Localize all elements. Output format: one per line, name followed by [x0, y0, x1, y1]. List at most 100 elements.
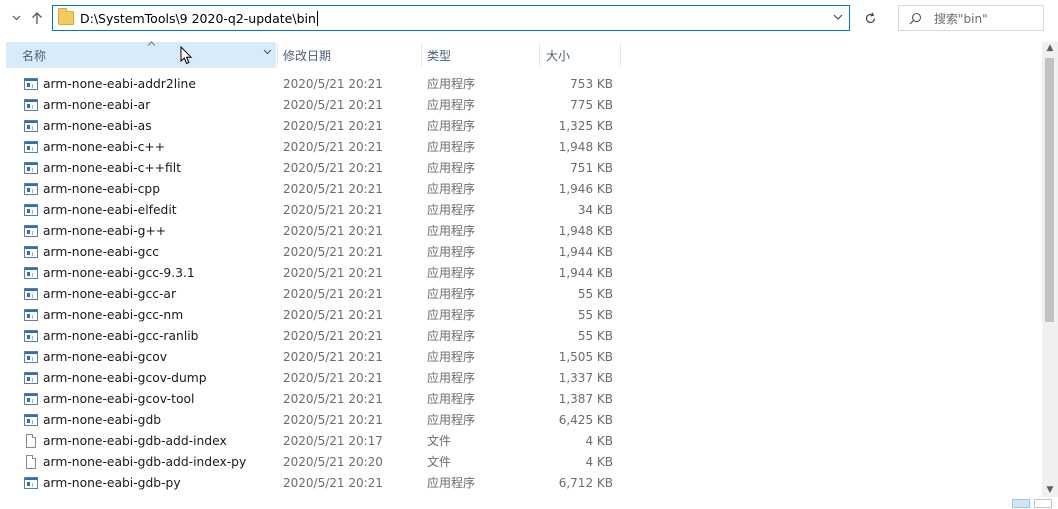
- file-row[interactable]: arm-none-eabi-addr2line 2020/5/21 20:21 应用…: [0, 74, 1040, 95]
- file-size: 1,944 KB: [558, 266, 613, 280]
- file-name: arm-none-eabi-ar: [43, 98, 151, 112]
- file-name: arm-none-eabi-gdb-py: [43, 476, 181, 490]
- file-row[interactable]: arm-none-eabi-gcov 2020/5/21 20:21 应用程序 1,5…: [0, 347, 1040, 368]
- mouse-cursor-icon: [180, 46, 193, 65]
- file-modified-date: 2020/5/21 20:21: [283, 413, 383, 427]
- file-row[interactable]: arm-none-eabi-gcc 2020/5/21 20:21 应用程序 1,94…: [0, 242, 1040, 263]
- file-name: arm-none-eabi-gcov: [43, 350, 168, 364]
- file-modified-date: 2020/5/21 20:21: [283, 182, 383, 196]
- file-modified-date: 2020/5/21 20:21: [283, 77, 383, 91]
- address-bar[interactable]: D:\SystemTools\9 2020-q2-update\bin: [52, 5, 850, 31]
- file-name: arm-none-eabi-gdb-add-index-py: [43, 455, 247, 469]
- file-icon: [26, 434, 36, 448]
- file-size: 55 KB: [577, 329, 613, 343]
- file-type: 应用程序: [427, 140, 476, 154]
- column-header-date[interactable]: 修改日期: [283, 42, 419, 68]
- text-caret: [316, 10, 318, 26]
- column-filter-dropdown-icon[interactable]: [263, 48, 272, 58]
- file-size: 1,325 KB: [558, 119, 613, 133]
- file-modified-date: 2020/5/21 20:21: [283, 392, 383, 406]
- file-size: 1,948 KB: [558, 224, 613, 238]
- details-view-icon[interactable]: [1012, 499, 1030, 508]
- column-header-name-label: 名称: [22, 48, 47, 63]
- file-name: arm-none-eabi-gdb: [43, 413, 162, 427]
- recent-locations-chevron-icon[interactable]: [6, 6, 26, 30]
- file-row[interactable]: arm-none-eabi-gcc-nm 2020/5/21 20:21 应用程序 5…: [0, 305, 1040, 326]
- column-divider[interactable]: [277, 44, 278, 66]
- column-header-size[interactable]: 大小: [546, 42, 618, 68]
- file-row[interactable]: arm-none-eabi-gdb-add-index 2020/5/21 20:…: [0, 431, 1040, 452]
- file-modified-date: 2020/5/21 20:21: [283, 287, 383, 301]
- file-type: 应用程序: [427, 245, 476, 259]
- file-size: 751 KB: [570, 161, 613, 175]
- column-header-name[interactable]: 名称: [6, 39, 276, 68]
- file-name: arm-none-eabi-cpp: [43, 182, 161, 196]
- scroll-up-arrow-icon[interactable]: ▲: [1042, 43, 1058, 53]
- exe-icon: [24, 183, 38, 195]
- file-row[interactable]: arm-none-eabi-gdb-py 2020/5/21 20:21 应用程序 6…: [0, 473, 1040, 494]
- file-row[interactable]: arm-none-eabi-c++ 2020/5/21 20:21 应用程序 1,94…: [0, 137, 1040, 158]
- large-icons-view-icon[interactable]: [1034, 499, 1052, 508]
- file-type: 应用程序: [427, 329, 476, 343]
- search-icon: [909, 12, 922, 24]
- column-header-bar: 名称 修改日期 类型 大小: [0, 39, 1040, 68]
- column-divider[interactable]: [539, 44, 540, 66]
- column-header-type-label: 类型: [427, 48, 452, 63]
- file-row[interactable]: arm-none-eabi-gcc-ranlib 2020/5/21 20:21 应…: [0, 326, 1040, 347]
- file-type: 应用程序: [427, 203, 476, 217]
- file-name: arm-none-eabi-g++: [43, 224, 167, 238]
- file-row[interactable]: arm-none-eabi-gdb-add-index-py 2020/5/21 …: [0, 452, 1040, 473]
- file-size: 6,425 KB: [558, 413, 613, 427]
- file-row[interactable]: arm-none-eabi-gcov-tool 2020/5/21 20:21 应用…: [0, 389, 1040, 410]
- file-type: 应用程序: [427, 392, 476, 406]
- exe-icon: [24, 204, 38, 216]
- file-type: 应用程序: [427, 413, 476, 427]
- file-row[interactable]: arm-none-eabi-gdb 2020/5/21 20:21 应用程序 6,42…: [0, 410, 1040, 431]
- file-row[interactable]: arm-none-eabi-gcov-dump 2020/5/21 20:21 应用…: [0, 368, 1040, 389]
- up-arrow-icon[interactable]: [27, 6, 47, 30]
- scroll-down-arrow-icon[interactable]: ▼: [1042, 485, 1058, 495]
- file-modified-date: 2020/5/21 20:21: [283, 203, 383, 217]
- file-type: 应用程序: [427, 224, 476, 238]
- file-size: 34 KB: [577, 203, 613, 217]
- file-row[interactable]: arm-none-eabi-ar 2020/5/21 20:21 应用程序 775 K…: [0, 95, 1040, 116]
- file-row[interactable]: arm-none-eabi-g++ 2020/5/21 20:21 应用程序 1,94…: [0, 221, 1040, 242]
- exe-icon: [24, 309, 38, 321]
- file-row[interactable]: arm-none-eabi-c++filt 2020/5/21 20:21 应用程序…: [0, 158, 1040, 179]
- file-type: 应用程序: [427, 266, 476, 280]
- column-divider[interactable]: [421, 44, 422, 66]
- scrollbar-thumb[interactable]: [1045, 58, 1054, 322]
- file-modified-date: 2020/5/21 20:21: [283, 245, 383, 259]
- search-box[interactable]: 搜索"bin": [898, 5, 1044, 31]
- column-divider[interactable]: [620, 44, 621, 66]
- exe-icon: [24, 120, 38, 132]
- file-size: 1,948 KB: [558, 140, 613, 154]
- exe-icon: [24, 393, 38, 405]
- file-row[interactable]: arm-none-eabi-as 2020/5/21 20:21 应用程序 1,325…: [0, 116, 1040, 137]
- refresh-icon[interactable]: [858, 6, 882, 30]
- file-name: arm-none-eabi-gcc: [43, 245, 159, 259]
- exe-icon: [24, 141, 38, 153]
- file-size: 775 KB: [570, 98, 613, 112]
- address-dropdown-icon[interactable]: [833, 10, 843, 23]
- column-header-type[interactable]: 类型: [427, 42, 537, 68]
- file-modified-date: 2020/5/21 20:21: [283, 308, 383, 322]
- file-row[interactable]: arm-none-eabi-gcc-ar 2020/5/21 20:21 应用程序 5…: [0, 284, 1040, 305]
- file-modified-date: 2020/5/21 20:21: [283, 161, 383, 175]
- file-modified-date: 2020/5/21 20:21: [283, 371, 383, 385]
- file-row[interactable]: arm-none-eabi-cpp 2020/5/21 20:21 应用程序 1,94…: [0, 179, 1040, 200]
- file-row[interactable]: arm-none-eabi-elfedit 2020/5/21 20:21 应用程序…: [0, 200, 1040, 221]
- file-name: arm-none-eabi-gdb-add-index: [43, 434, 227, 448]
- file-icon: [26, 455, 36, 469]
- file-type: 应用程序: [427, 371, 476, 385]
- file-modified-date: 2020/5/21 20:21: [283, 476, 383, 490]
- file-type: 应用程序: [427, 77, 476, 91]
- file-size: 55 KB: [577, 308, 613, 322]
- file-name: arm-none-eabi-addr2line: [43, 77, 196, 91]
- sort-ascending-icon: [147, 39, 156, 49]
- address-path: D:\SystemTools\9 2020-q2-update\bin: [80, 10, 316, 26]
- file-row[interactable]: arm-none-eabi-gcc-9.3.1 2020/5/21 20:21 应用…: [0, 263, 1040, 284]
- file-modified-date: 2020/5/21 20:21: [283, 224, 383, 238]
- file-modified-date: 2020/5/21 20:21: [283, 119, 383, 133]
- file-size: 1,946 KB: [558, 182, 613, 196]
